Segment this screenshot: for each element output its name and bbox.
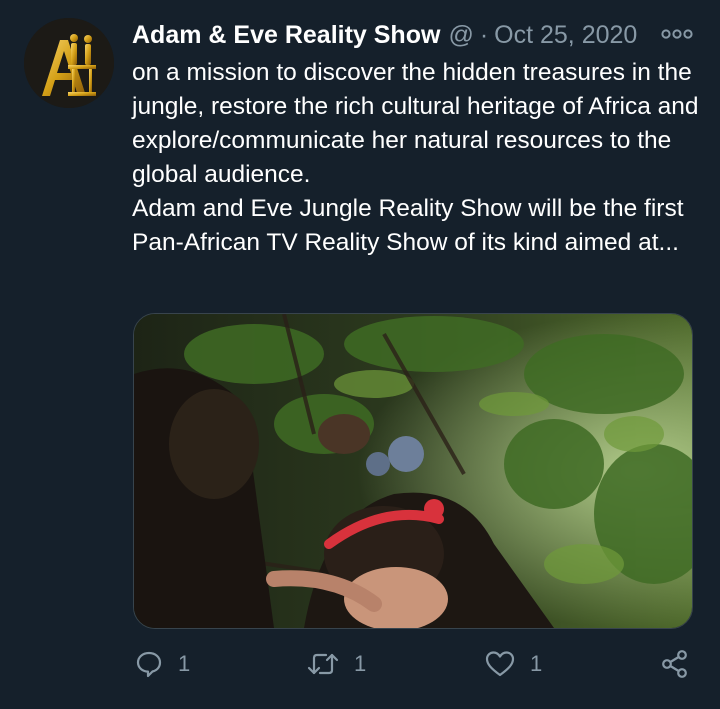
jungle-photo-icon <box>134 314 692 628</box>
like-button[interactable]: 1 <box>484 644 542 684</box>
reply-button[interactable]: 1 <box>134 644 190 684</box>
reply-icon <box>136 651 162 678</box>
tweet-actions: 1 1 1 <box>132 644 692 684</box>
avatar[interactable] <box>24 18 114 108</box>
separator-dot: · <box>479 20 489 49</box>
tweet[interactable]: Adam & Eve Reality Show @ · Oct 25, 2020… <box>0 0 720 709</box>
retweet-icon <box>307 653 339 675</box>
like-count: 1 <box>530 651 543 676</box>
tweet-text: on a mission to discover the hidden trea… <box>132 56 702 260</box>
more-options-icon[interactable] <box>660 24 694 44</box>
share-button[interactable] <box>660 644 690 684</box>
display-name[interactable]: Adam & Eve Reality Show <box>132 21 440 50</box>
tweet-text-paragraph-1: on a mission to discover the hidden trea… <box>132 59 699 188</box>
tweet-date[interactable]: Oct 25, 2020 <box>494 21 637 50</box>
share-icon <box>662 650 687 678</box>
heart-icon <box>485 651 515 677</box>
tweet-media-photo[interactable] <box>133 313 693 629</box>
tweet-text-paragraph-2: Adam and Eve Jungle Reality Show will be… <box>132 195 684 256</box>
retweet-count: 1 <box>354 651 367 676</box>
retweet-button[interactable]: 1 <box>306 644 366 684</box>
handle[interactable]: @ <box>448 21 473 50</box>
tweet-header: Adam & Eve Reality Show @ · Oct 25, 2020 <box>132 18 637 52</box>
adam-eve-logo-icon <box>24 18 114 108</box>
reply-count: 1 <box>178 651 191 676</box>
